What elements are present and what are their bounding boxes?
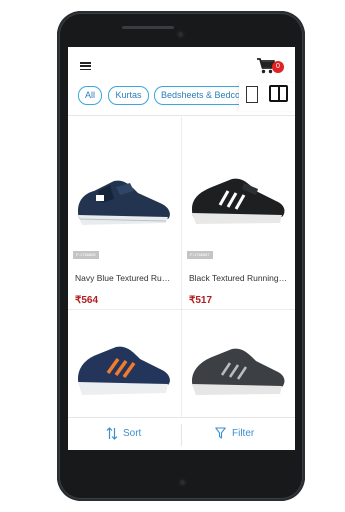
phone-speaker: [122, 26, 174, 29]
app-bar: 0: [68, 47, 295, 83]
chip-all[interactable]: All: [78, 86, 102, 105]
view-toggle: [239, 83, 295, 111]
product-image-black-shoe: [192, 178, 285, 224]
product-card[interactable]: [68, 311, 180, 417]
product-price: ₹517: [189, 295, 213, 306]
cart-count-badge: 0: [272, 61, 284, 73]
hamburger-menu-icon[interactable]: [80, 62, 91, 71]
chip-kurtas[interactable]: Kurtas: [108, 86, 149, 105]
sort-arrows-icon: [106, 427, 118, 440]
divider: [68, 115, 295, 116]
sort-label: Sort: [123, 428, 142, 439]
bottom-action-bar: Sort Filter: [68, 417, 295, 450]
product-image-navy-orange-shoe: [78, 346, 170, 395]
filter-button[interactable]: Filter: [182, 418, 295, 450]
sort-button[interactable]: Sort: [68, 418, 181, 450]
product-code-tag: P-1766867: [187, 251, 213, 259]
grid-divider: [68, 309, 295, 310]
product-name[interactable]: Navy Blue Textured Running Shoes: [75, 273, 175, 283]
grid-view-icon[interactable]: [269, 85, 288, 102]
app-screen: 0 All Kurtas Bedsheets & Bedcovers P-176…: [68, 47, 295, 450]
home-button[interactable]: [178, 478, 187, 487]
product-card[interactable]: [182, 311, 294, 417]
product-name[interactable]: Black Textured Running Shoes: [189, 273, 289, 283]
product-code-tag: P-1766865: [73, 251, 99, 259]
chip-bedsheets[interactable]: Bedsheets & Bedcovers: [154, 86, 251, 105]
product-price: ₹564: [75, 295, 99, 306]
grid-divider: [181, 117, 182, 450]
filter-funnel-icon: [215, 427, 226, 439]
product-image-navy-shoe: [78, 180, 170, 225]
camera-icon: [176, 30, 185, 39]
cart-button[interactable]: 0: [256, 56, 284, 78]
filter-label: Filter: [232, 428, 255, 439]
product-card[interactable]: P-1766865 Navy Blue Textured Running Sho…: [68, 123, 180, 309]
single-column-view-icon[interactable]: [246, 86, 258, 103]
product-card[interactable]: P-1766867 Black Textured Running Shoes ₹…: [182, 123, 294, 309]
product-image-grey-shoe: [192, 348, 285, 395]
